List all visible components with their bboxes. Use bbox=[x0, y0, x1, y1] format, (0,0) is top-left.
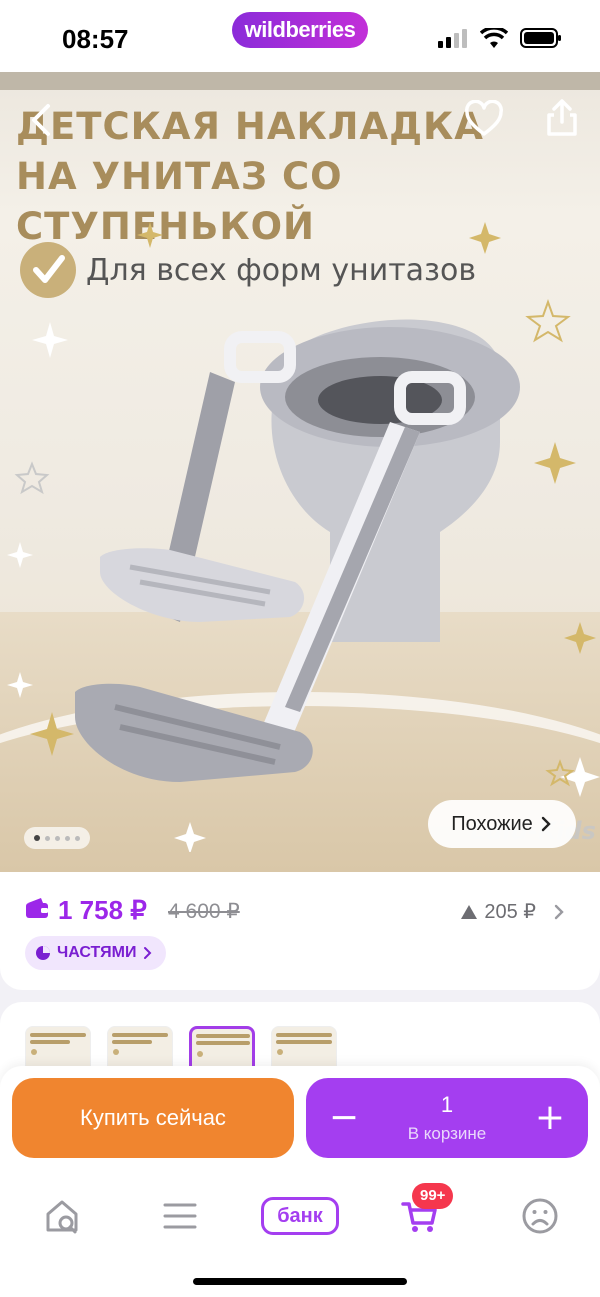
hero-top-strip bbox=[0, 72, 600, 90]
chevron-right-icon bbox=[541, 816, 551, 832]
pie-icon bbox=[36, 946, 50, 960]
action-bar: Купить сейчас − 1 В корзине + bbox=[0, 1066, 600, 1176]
gallery-dot bbox=[75, 835, 80, 841]
gallery-dots bbox=[24, 827, 90, 849]
thumb-caption bbox=[30, 1040, 70, 1044]
tab-catalog[interactable] bbox=[152, 1188, 208, 1244]
tab-bar: банк 99+ bbox=[0, 1176, 600, 1297]
cart-quantity-control: − 1 В корзине + bbox=[306, 1078, 588, 1158]
price-delta[interactable]: 205 ₽ bbox=[460, 899, 566, 924]
share-icon[interactable] bbox=[542, 98, 582, 138]
profile-icon bbox=[522, 1198, 558, 1234]
thumb-caption bbox=[112, 1033, 168, 1037]
status-bar: 08:57 wildberries bbox=[0, 0, 600, 72]
battery-icon bbox=[520, 28, 561, 48]
price-delta-value: 205 ₽ bbox=[484, 901, 536, 923]
thumb-check-icon bbox=[31, 1049, 37, 1055]
increase-quantity-button[interactable]: + bbox=[524, 1092, 576, 1144]
product-image-gallery[interactable]: ДЕТСКАЯ НАКЛАДКА НА УНИТАЗ СО СТУПЕНЬКОЙ… bbox=[0, 72, 600, 872]
triangle-up-icon bbox=[461, 904, 478, 919]
thumb-caption bbox=[112, 1040, 152, 1044]
tab-profile[interactable] bbox=[512, 1188, 568, 1244]
thumb-check-icon bbox=[113, 1049, 119, 1055]
status-time: 08:57 bbox=[62, 24, 129, 54]
chevron-right-icon bbox=[554, 904, 564, 919]
heart-icon[interactable] bbox=[464, 100, 504, 140]
gallery-dot bbox=[45, 835, 50, 841]
similar-label: Похожие bbox=[451, 812, 533, 835]
chevron-right-icon bbox=[144, 947, 152, 959]
gallery-dot bbox=[55, 835, 60, 841]
installments-badge[interactable]: ЧАСТЯМИ bbox=[25, 936, 167, 970]
product-page: 08:57 wildberries ДЕТСКАЯ НАКЛАДКА НА УН… bbox=[0, 0, 600, 1297]
price-card: 1 758 ₽ 4 600 ₽ 205 ₽ ЧАСТЯМИ bbox=[0, 872, 600, 990]
thumb-caption bbox=[276, 1040, 332, 1044]
thumb-check-icon bbox=[197, 1051, 203, 1057]
menu-icon bbox=[163, 1203, 197, 1229]
gallery-dot bbox=[34, 835, 40, 841]
product-illustration bbox=[75, 319, 520, 782]
thumb-caption bbox=[276, 1033, 332, 1037]
status-icons bbox=[438, 28, 562, 48]
home-indicator bbox=[193, 1278, 407, 1285]
tab-home[interactable] bbox=[34, 1188, 90, 1244]
wifi-icon bbox=[480, 28, 508, 48]
thumb-caption bbox=[30, 1033, 86, 1037]
signal-icon bbox=[438, 29, 467, 48]
current-price: 1 758 ₽ bbox=[58, 895, 147, 925]
app-pill[interactable]: wildberries bbox=[232, 12, 368, 48]
buy-now-button[interactable]: Купить сейчас bbox=[12, 1078, 294, 1158]
bank-label: банк bbox=[261, 1197, 339, 1235]
back-icon[interactable] bbox=[22, 100, 62, 140]
gallery-dot bbox=[65, 835, 70, 841]
hero-title-line-1: ДЕТСКАЯ НАКЛАДКА bbox=[16, 105, 484, 148]
cart-count-badge: 99+ bbox=[412, 1183, 454, 1209]
thumb-check-icon bbox=[277, 1049, 283, 1055]
installments-label: ЧАСТЯМИ bbox=[57, 944, 137, 961]
wallet-icon bbox=[26, 898, 48, 918]
thumb-caption bbox=[196, 1041, 250, 1045]
similar-button[interactable]: Похожие bbox=[428, 800, 576, 848]
home-search-icon bbox=[46, 1200, 78, 1234]
tab-bank[interactable]: банк bbox=[259, 1188, 341, 1244]
thumb-caption bbox=[196, 1034, 250, 1038]
old-price: 4 600 ₽ bbox=[168, 900, 240, 923]
